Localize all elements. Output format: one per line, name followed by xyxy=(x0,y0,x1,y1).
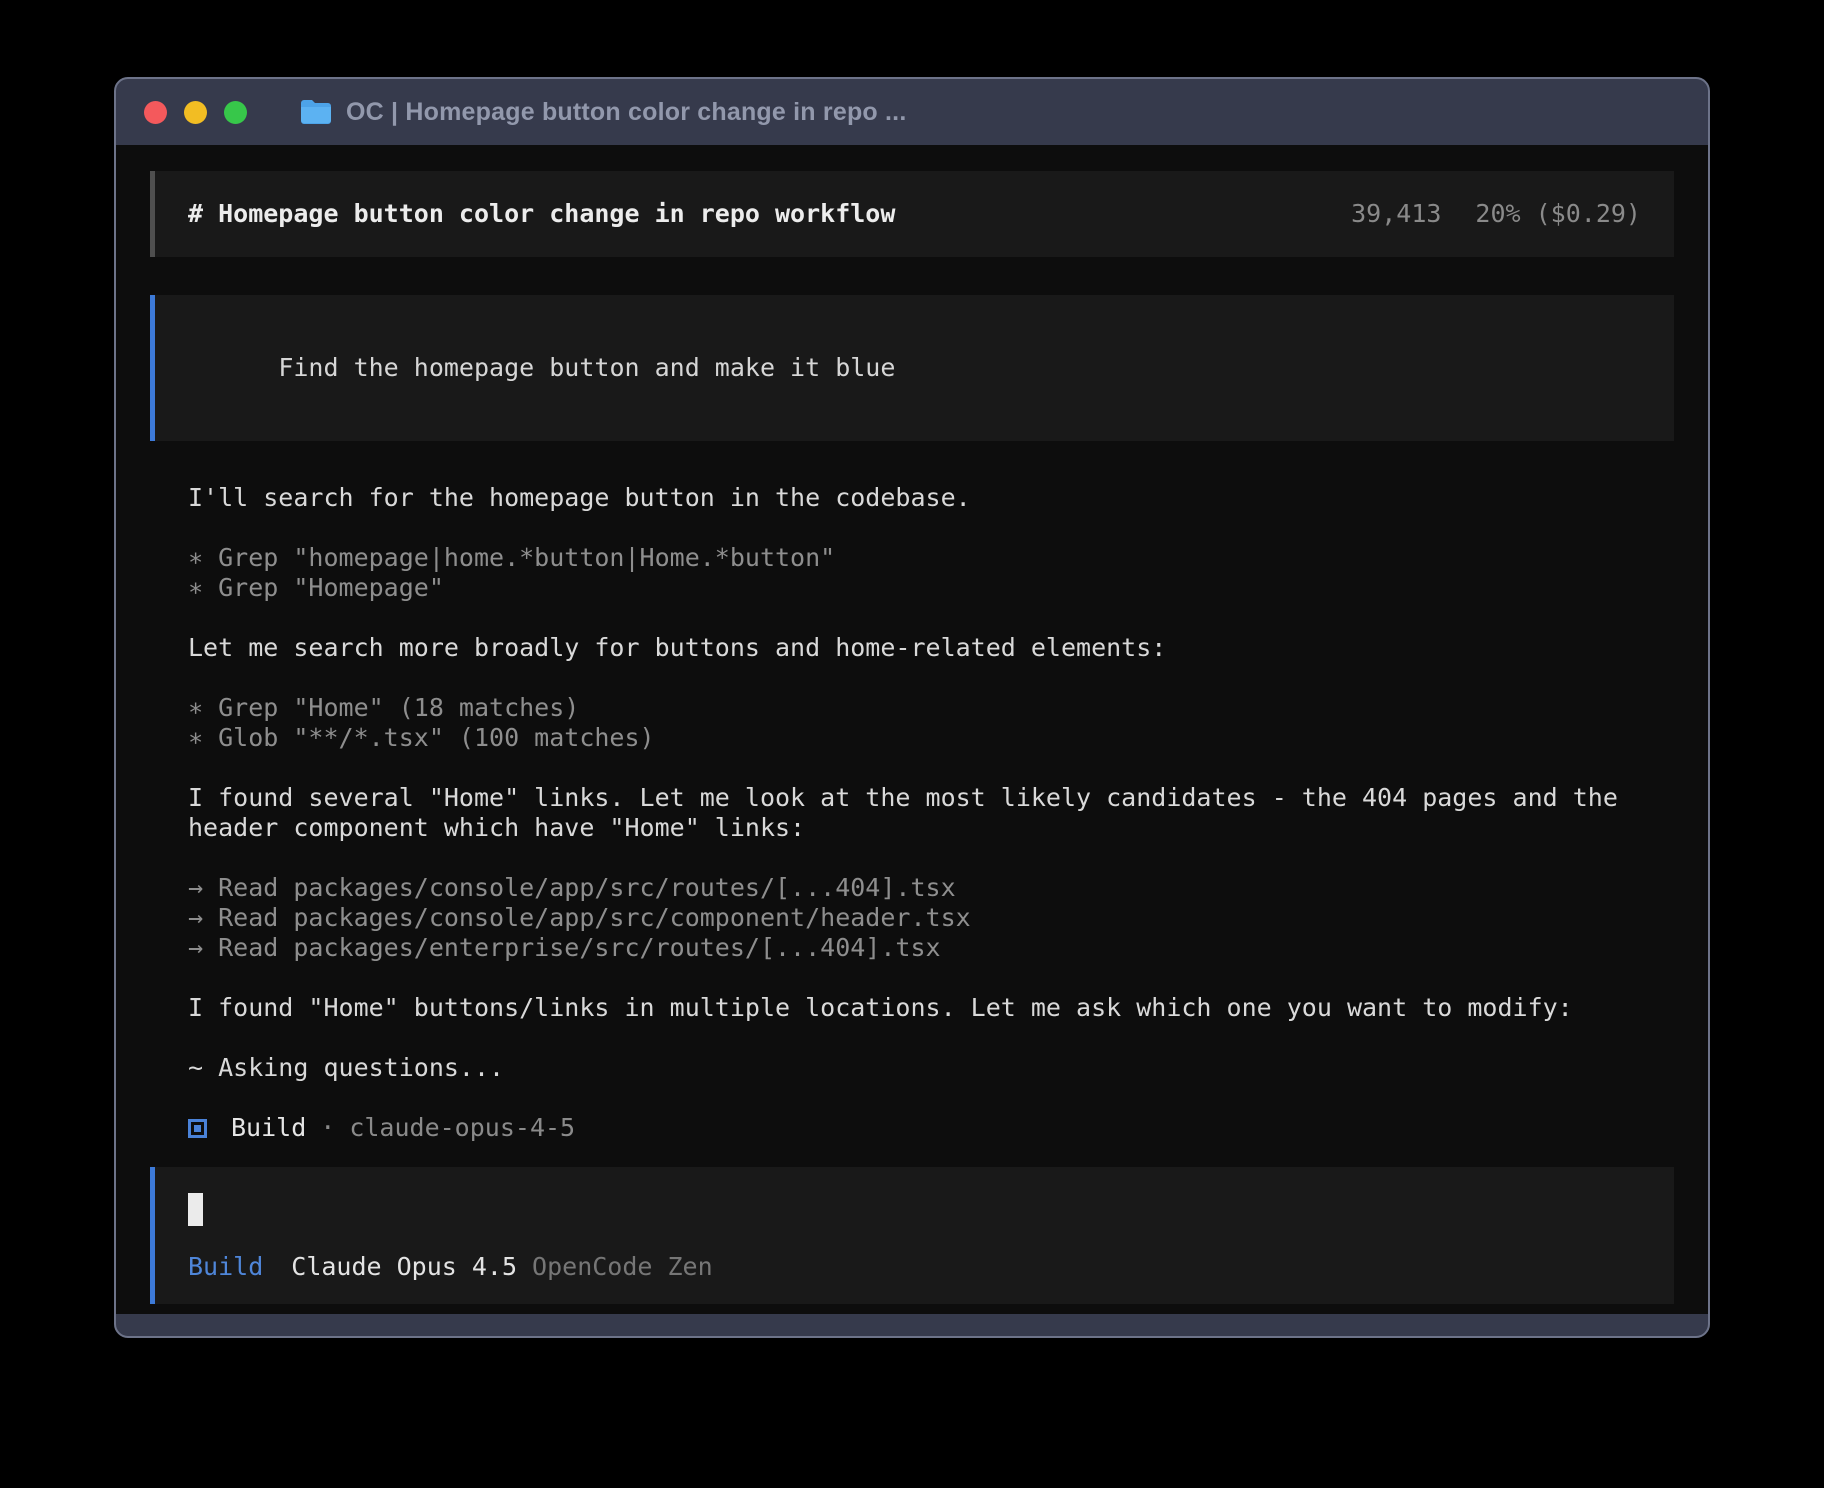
close-button[interactable] xyxy=(144,101,167,124)
assistant-paragraph: I found "Home" buttons/links in multiple… xyxy=(188,993,1654,1023)
agent-name: Build xyxy=(231,1113,306,1143)
text-cursor xyxy=(188,1193,203,1226)
user-message: Find the homepage button and make it blu… xyxy=(150,295,1674,441)
tool-call-group: → Read packages/console/app/src/routes/[… xyxy=(188,873,1654,963)
assistant-response: I'll search for the homepage button in t… xyxy=(150,483,1674,1143)
prompt-input[interactable]: Build Claude Opus 4.5 OpenCode Zen xyxy=(150,1167,1674,1304)
assistant-paragraph: Let me search more broadly for buttons a… xyxy=(188,633,1654,663)
model-provider-label: OpenCode Zen xyxy=(532,1252,713,1282)
grep-tool-call: ∗ Grep "homepage|home.*button|Home.*butt… xyxy=(188,543,1654,573)
session-title: # Homepage button color change in repo w… xyxy=(188,199,895,229)
input-model-row: Build Claude Opus 4.5 OpenCode Zen xyxy=(188,1252,1641,1282)
glob-tool-call: ∗ Glob "**/*.tsx" (100 matches) xyxy=(188,723,1654,753)
zoom-button[interactable] xyxy=(224,101,247,124)
folder-icon xyxy=(299,99,331,125)
grep-tool-call: ∗ Grep "Homepage" xyxy=(188,573,1654,603)
token-count: 39,413 xyxy=(1351,199,1441,229)
user-message-text: Find the homepage button and make it blu… xyxy=(278,353,895,382)
agent-build-icon xyxy=(188,1119,207,1138)
read-tool-call: → Read packages/console/app/src/componen… xyxy=(188,903,1654,933)
agent-model: claude-opus-4-5 xyxy=(349,1113,575,1143)
terminal-content: # Homepage button color change in repo w… xyxy=(116,145,1708,1314)
titlebar-title-group: OC | Homepage button color change in rep… xyxy=(299,98,906,127)
traffic-lights xyxy=(144,101,247,124)
tool-call-group: ∗ Grep "homepage|home.*button|Home.*butt… xyxy=(188,543,1654,603)
session-header: # Homepage button color change in repo w… xyxy=(150,171,1674,257)
read-tool-call: → Read packages/enterprise/src/routes/[.… xyxy=(188,933,1654,963)
titlebar[interactable]: OC | Homepage button color change in rep… xyxy=(116,79,1708,145)
active-agent-label[interactable]: Build xyxy=(188,1252,263,1282)
grep-tool-call: ∗ Grep "Home" (18 matches) xyxy=(188,693,1654,723)
asking-questions-status: ~ Asking questions... xyxy=(188,1053,1654,1083)
window-bottom-frame xyxy=(116,1314,1708,1336)
terminal-window: OC | Homepage button color change in rep… xyxy=(114,77,1710,1338)
active-model-label[interactable]: Claude Opus 4.5 xyxy=(291,1252,517,1282)
session-stats: 39,413 20% ($0.29) xyxy=(1351,199,1641,229)
assistant-paragraph: I found several "Home" links. Let me loo… xyxy=(188,783,1654,843)
assistant-paragraph: I'll search for the homepage button in t… xyxy=(188,483,1654,513)
tool-call-group: ∗ Grep "Home" (18 matches) ∗ Glob "**/*.… xyxy=(188,693,1654,753)
agent-attribution: Build · claude-opus-4-5 xyxy=(188,1113,1654,1143)
read-tool-call: → Read packages/console/app/src/routes/[… xyxy=(188,873,1654,903)
agent-separator: · xyxy=(320,1113,335,1143)
minimize-button[interactable] xyxy=(184,101,207,124)
context-cost: 20% ($0.29) xyxy=(1475,199,1641,229)
window-title: OC | Homepage button color change in rep… xyxy=(346,98,906,127)
